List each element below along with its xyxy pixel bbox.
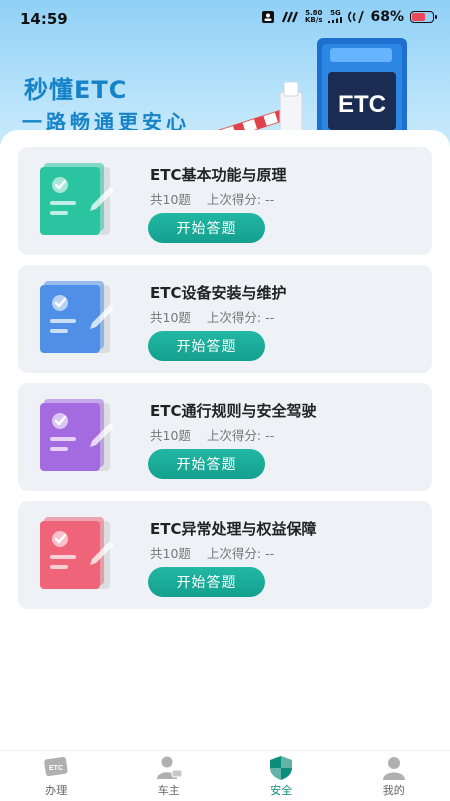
profile-icon (379, 755, 409, 781)
question-count: 共10题 (150, 189, 191, 208)
quiz-card-meta: 共10题 上次得分: -- (150, 189, 274, 208)
tab-owner[interactable]: 车主 (113, 751, 226, 801)
quiz-list: ETC基本功能与原理 共10题 上次得分: -- 开始答题 ETC设备安装与维护… (0, 130, 450, 750)
quiz-book-icon (38, 397, 120, 477)
last-score: 上次得分: -- (207, 543, 274, 562)
quiz-card-meta: 共10题 上次得分: -- (150, 307, 274, 326)
tab-label: 安全 (270, 782, 292, 798)
hero-title: 秒懂ETC (24, 70, 127, 105)
last-score: 上次得分: -- (207, 307, 274, 326)
quiz-card-title: ETC通行规则与安全驾驶 (150, 400, 317, 421)
start-quiz-button[interactable]: 开始答题 (148, 213, 265, 243)
tab-handle[interactable]: ETC 办理 (0, 751, 113, 801)
nfc-icon (348, 10, 364, 24)
quiz-book-icon (38, 279, 120, 359)
net-speed: 5.80 KB/s (305, 10, 322, 24)
tab-label: 我的 (383, 782, 405, 798)
tab-label: 办理 (45, 782, 67, 798)
start-quiz-button[interactable]: 开始答题 (148, 567, 265, 597)
shield-icon (266, 755, 296, 781)
battery-fill (412, 13, 425, 21)
quiz-card-title: ETC异常处理与权益保障 (150, 518, 317, 539)
question-count: 共10题 (150, 425, 191, 444)
signal-bars-icon (328, 17, 342, 23)
last-score: 上次得分: -- (207, 425, 274, 444)
quiz-card[interactable]: ETC基本功能与原理 共10题 上次得分: -- 开始答题 (18, 147, 432, 255)
quiz-card-title: ETC基本功能与原理 (150, 164, 287, 185)
signal-label: 5G (330, 9, 341, 17)
net-speed-unit: KB/s (305, 16, 322, 24)
wifi-speed-icon (281, 11, 299, 23)
tab-label: 车主 (158, 782, 180, 798)
question-count: 共10题 (150, 543, 191, 562)
start-quiz-button[interactable]: 开始答题 (148, 449, 265, 479)
status-icons: 5.80 KB/s 5G 68% (261, 9, 434, 25)
quiz-book-icon (38, 161, 120, 241)
id-card-icon (261, 10, 275, 24)
tab-mine[interactable]: 我的 (338, 751, 450, 801)
signal-5g: 5G (328, 10, 342, 25)
battery-percent: 68% (370, 9, 404, 25)
quiz-card-meta: 共10题 上次得分: -- (150, 543, 274, 562)
question-count: 共10题 (150, 307, 191, 326)
bottom-tab-bar: ETC 办理 车主 安全 我的 (0, 750, 450, 801)
tab-safety[interactable]: 安全 (225, 751, 338, 801)
etc-card-icon: ETC (41, 755, 71, 781)
start-quiz-button[interactable]: 开始答题 (148, 331, 265, 361)
status-time: 14:59 (20, 10, 68, 28)
car-owner-icon (154, 755, 184, 781)
battery-icon (410, 11, 434, 23)
status-bar: 14:59 5.80 KB/s 5G (0, 0, 450, 36)
etc-card-icon-text: ETC (49, 765, 63, 772)
quiz-card[interactable]: ETC异常处理与权益保障 共10题 上次得分: -- 开始答题 (18, 501, 432, 609)
quiz-card[interactable]: ETC通行规则与安全驾驶 共10题 上次得分: -- 开始答题 (18, 383, 432, 491)
quiz-card-title: ETC设备安装与维护 (150, 282, 287, 303)
quiz-book-icon (38, 515, 120, 595)
quiz-card[interactable]: ETC设备安装与维护 共10题 上次得分: -- 开始答题 (18, 265, 432, 373)
quiz-card-meta: 共10题 上次得分: -- (150, 425, 274, 444)
last-score: 上次得分: -- (207, 189, 274, 208)
etc-sign-text: ETC (338, 91, 386, 118)
